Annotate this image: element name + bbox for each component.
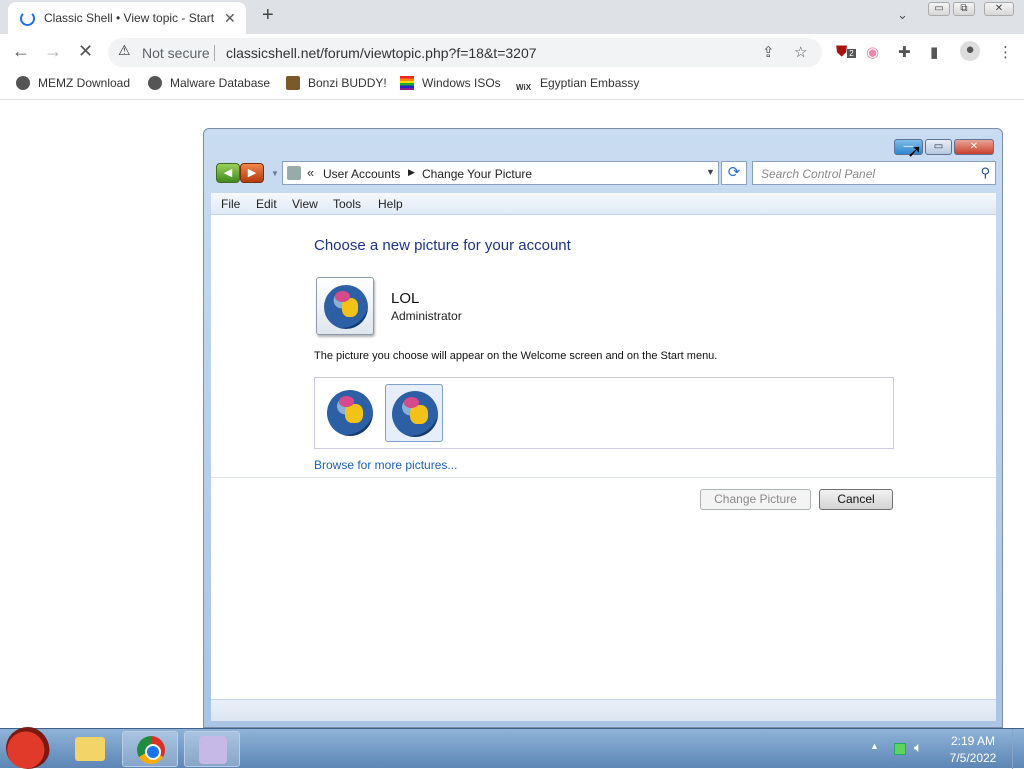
picture-option[interactable] <box>321 384 379 442</box>
mouse-cursor-icon: ➚ <box>907 141 923 161</box>
bookmark-memz-download[interactable]: MEMZ Download <box>16 76 130 94</box>
control-panel-icon <box>287 166 301 180</box>
angry-bird-avatar-image <box>324 285 368 329</box>
picture-option-selected[interactable] <box>385 384 443 442</box>
extension-badge: 2 <box>847 49 856 58</box>
browser-toolbar: ← → ✕ ⚠ Not secure classicshell.net/foru… <box>0 34 1024 70</box>
window-restore-button[interactable]: ⧉ <box>953 2 975 16</box>
tab-title: Classic Shell • View topic - Start <box>44 11 215 25</box>
security-label[interactable]: Not secure <box>142 45 210 61</box>
show-hidden-icons-icon[interactable]: ▲ <box>870 741 879 751</box>
menu-tools[interactable]: Tools <box>333 197 361 211</box>
extension-flag-icon[interactable]: ◉ <box>866 43 879 61</box>
bookmark-label: Malware Database <box>170 76 271 90</box>
loading-spinner-icon <box>20 11 35 26</box>
menu-view[interactable]: View <box>292 197 318 211</box>
content-pane: Choose a new picture for your account LO… <box>211 215 996 699</box>
forward-button[interactable]: ▶ <box>240 163 264 183</box>
search-placeholder: Search Control Panel <box>761 167 876 181</box>
back-button[interactable]: ◀ <box>216 163 240 183</box>
folder-icon <box>75 737 105 761</box>
recent-pages-dropdown-icon[interactable]: ▼ <box>271 169 279 178</box>
bookmark-label: Egyptian Embassy <box>540 76 640 90</box>
globe-icon <box>16 76 30 90</box>
more-menu-icon[interactable]: ⋮ <box>998 43 1013 61</box>
browse-pictures-link[interactable]: Browse for more pictures... <box>314 458 457 472</box>
network-icon[interactable] <box>894 743 906 755</box>
window-minimize-button[interactable]: ▭ <box>928 2 950 16</box>
refresh-button[interactable]: ⟳ <box>721 161 747 185</box>
bookmark-bonzi-buddy[interactable]: Bonzi BUDDY! <box>286 76 387 94</box>
breadcrumb-user-accounts[interactable]: User Accounts <box>323 167 400 181</box>
forward-button[interactable]: → <box>44 41 62 62</box>
bookmark-label: Windows ISOs <box>422 76 501 90</box>
side-panel-icon[interactable]: ▮ <box>930 43 938 61</box>
close-button[interactable]: ✕ <box>954 139 994 155</box>
menu-help[interactable]: Help <box>378 197 403 211</box>
tab-close-icon[interactable]: ✕ <box>224 10 236 27</box>
breadcrumb-change-your-picture[interactable]: Change Your Picture <box>422 167 532 181</box>
cancel-button[interactable]: Cancel <box>819 489 893 510</box>
volume-icon[interactable]: 🔈︎ <box>914 739 922 756</box>
menu-file[interactable]: File <box>221 197 240 211</box>
search-icon[interactable]: ⚲ <box>980 165 990 181</box>
share-icon[interactable]: ⇪ <box>762 43 775 61</box>
taskbar: ▲ 🔈︎ 2:19 AM 7/5/2022 <box>0 727 1024 769</box>
bookmark-egyptian-embassy[interactable]: WiX Egyptian Embassy <box>516 76 639 94</box>
browser-tab-strip: Classic Shell • View topic - Start ✕ + ⌄… <box>0 0 1024 34</box>
rainbow-flag-icon <box>400 76 414 90</box>
status-bar <box>211 699 996 721</box>
address-bar[interactable]: ⚠ Not secure classicshell.net/forum/view… <box>108 38 822 67</box>
divider <box>211 477 996 478</box>
taskbar-chrome-button[interactable] <box>122 731 178 767</box>
bookmarks-bar: MEMZ Download Malware Database Bonzi BUD… <box>0 70 1024 100</box>
new-tab-button[interactable]: + <box>262 4 274 27</box>
extensions-puzzle-icon[interactable]: ✚ <box>898 43 911 61</box>
explorer-address-bar[interactable]: « User Accounts ▶ Change Your Picture ▼ <box>282 161 719 185</box>
profile-avatar-icon[interactable]: ● <box>960 41 980 61</box>
search-box[interactable]: Search Control Panel ⚲ <box>752 161 996 185</box>
clock-date[interactable]: 7/5/2022 <box>935 751 1011 765</box>
picture-picker <box>314 377 894 449</box>
bookmark-star-icon[interactable]: ☆ <box>794 43 807 61</box>
menu-edit[interactable]: Edit <box>256 197 277 211</box>
change-picture-button[interactable]: Change Picture <box>700 489 811 510</box>
bookmark-label: Bonzi BUDDY! <box>308 76 387 90</box>
menu-bar: File Edit View Tools Help <box>211 193 996 215</box>
control-panel-icon <box>199 736 227 764</box>
chrome-icon <box>137 736 165 764</box>
ublock-extension-icon[interactable]: ⛊ 2 <box>836 43 856 60</box>
back-button[interactable]: ← <box>12 41 30 62</box>
breadcrumb-arrow-icon[interactable]: ▶ <box>408 167 415 178</box>
control-panel-window: — ▭ ✕ ➚ ◀ ▶ ▼ « User Accounts ▶ Change Y… <box>203 128 1003 728</box>
maximize-button[interactable]: ▭ <box>925 139 952 155</box>
page-title: Choose a new picture for your account <box>314 237 571 254</box>
globe-icon <box>148 76 162 90</box>
browser-tab[interactable]: Classic Shell • View topic - Start ✕ <box>8 2 246 34</box>
breadcrumb-overflow[interactable]: « <box>307 165 314 180</box>
angry-bird-picture-image <box>327 390 373 436</box>
angry-bird-picture-image <box>392 391 438 437</box>
user-role: Administrator <box>391 309 462 323</box>
window-close-button[interactable]: ✕ <box>984 2 1014 16</box>
bookmark-label: MEMZ Download <box>38 76 131 90</box>
show-desktop-button[interactable] <box>1012 729 1024 769</box>
warning-icon[interactable]: ⚠ <box>118 42 131 59</box>
bookmark-windows-isos[interactable]: Windows ISOs <box>400 76 501 94</box>
bonzi-icon <box>286 76 300 90</box>
user-name: LOL <box>391 290 420 307</box>
bookmark-malware-database[interactable]: Malware Database <box>148 76 270 94</box>
address-dropdown-icon[interactable]: ▼ <box>706 167 715 177</box>
clock-time[interactable]: 2:19 AM <box>935 734 1011 748</box>
taskbar-control-panel-button[interactable] <box>184 731 240 767</box>
divider <box>214 45 215 61</box>
start-button-angry-bird-icon[interactable] <box>6 727 50 769</box>
info-text: The picture you choose will appear on th… <box>314 350 718 362</box>
taskbar-explorer-button[interactable] <box>66 731 122 767</box>
wix-icon: WiX <box>516 83 532 92</box>
tab-search-button[interactable]: ⌄ <box>897 7 908 23</box>
url-text[interactable]: classicshell.net/forum/viewtopic.php?f=1… <box>226 45 537 61</box>
current-avatar <box>316 277 374 335</box>
stop-loading-button[interactable]: ✕ <box>78 41 93 62</box>
